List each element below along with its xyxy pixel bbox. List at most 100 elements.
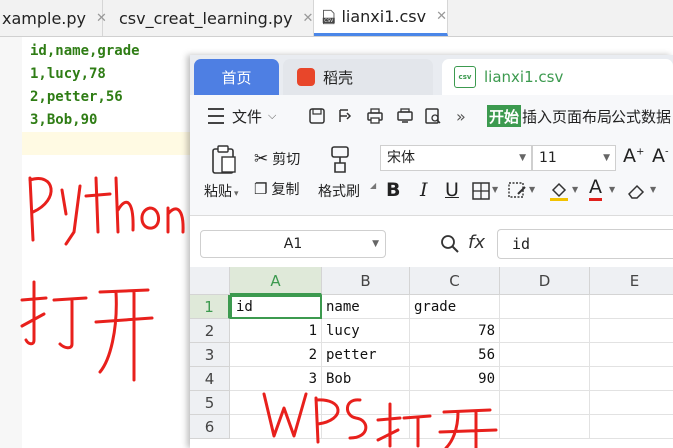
search-icon[interactable] [440,234,460,254]
row-header-1[interactable]: 1 [190,295,230,319]
clipboard-expand-icon[interactable]: ◢ [370,181,376,190]
ide-tab-label: xample.py [2,8,87,28]
cell-e2[interactable] [590,319,673,343]
cell-d1[interactable] [500,295,590,319]
code-line-1: id,name,grade [30,43,140,59]
cell-d6[interactable] [500,415,590,439]
cell-e4[interactable] [590,367,673,391]
font-color-button[interactable]: A [589,177,602,201]
ide-tab-lianxi1-csv[interactable]: CSV lianxi1.csv ✕ [314,0,448,36]
chevron-down-icon[interactable]: ▼ [650,185,656,194]
cell-d4[interactable] [500,367,590,391]
cell-a2[interactable]: 1 [230,319,322,343]
cell-name-box[interactable]: A1 ▼ [200,230,386,258]
chevron-down-icon[interactable]: ▼ [529,185,535,194]
chevron-down-icon: ▼ [519,153,526,163]
file-menu[interactable]: 文件 ⌵ [208,95,276,137]
cell-e5[interactable] [590,391,673,415]
cell-c2[interactable]: 78 [410,319,500,343]
fill-color-icon[interactable] [548,180,570,202]
cell-d3[interactable] [500,343,590,367]
cell-b3[interactable]: petter [322,343,410,367]
italic-button[interactable]: I [420,179,428,201]
ide-tab-example-py[interactable]: xample.py ✕ [0,0,107,36]
format-painter-button[interactable]: 格式刷 [318,181,360,201]
cell-a4[interactable]: 3 [230,367,322,391]
cell-a1[interactable]: id [230,295,322,319]
cell-b1[interactable]: name [322,295,410,319]
cell-b6[interactable] [322,415,410,439]
cell-e3[interactable] [590,343,673,367]
cell-a5[interactable] [230,391,322,415]
cell-b5[interactable] [322,391,410,415]
column-header-e[interactable]: E [590,267,673,295]
hamburger-icon [208,108,224,124]
column-header-a[interactable]: A [230,267,322,295]
underline-button[interactable]: U [445,179,459,201]
preview-search-icon[interactable] [424,107,442,125]
chevron-down-icon[interactable]: ▼ [609,185,615,194]
cell-c5[interactable] [410,391,500,415]
copy-icon: ❐ [254,180,268,198]
cut-button[interactable]: ✂ 剪切 [254,149,300,169]
menu-data[interactable]: 数据 [641,95,671,137]
cell-b4[interactable]: Bob [322,367,410,391]
column-header-d[interactable]: D [500,267,590,295]
cell-c3[interactable]: 56 [410,343,500,367]
cell-e6[interactable] [590,415,673,439]
save-icon[interactable] [308,107,326,125]
column-header-c[interactable]: C [410,267,500,295]
print-icon[interactable] [366,107,384,125]
format-painter-icon[interactable] [328,145,352,175]
paste-button[interactable]: 粘贴 ▾ [204,181,239,201]
cell-c1[interactable]: grade [410,295,500,319]
menu-start[interactable]: 开始 [487,105,522,127]
chevron-down-icon[interactable]: ▼ [572,185,578,194]
select-all-corner[interactable] [190,267,230,295]
cell-a6[interactable] [230,415,322,439]
font-name-select[interactable]: 宋体 ▼ [380,145,532,171]
row-header-3[interactable]: 3 [190,343,230,367]
ide-tab-label: lianxi1.csv [341,7,427,26]
fx-icon[interactable]: fx [468,232,485,253]
wps-tab-docer[interactable]: 稻壳 [283,59,433,95]
cell-c4[interactable]: 90 [410,367,500,391]
cell-d5[interactable] [500,391,590,415]
svg-text:CSV: CSV [324,18,334,24]
cell-ref-value: A1 [283,236,303,252]
more-chevron-icon[interactable]: » [456,95,466,137]
bold-button[interactable]: B [386,179,400,201]
cell-d2[interactable] [500,319,590,343]
decrease-font-size-button[interactable]: A- [652,145,669,167]
paste-icon[interactable] [210,145,238,175]
ide-tab-csv-creat-learning[interactable]: csv_creat_learning.py ✕ [103,0,314,36]
close-icon[interactable]: ✕ [436,9,447,24]
cell-a3[interactable]: 2 [230,343,322,367]
copy-button[interactable]: ❐ 复制 [254,179,299,199]
export-icon[interactable] [336,107,354,125]
cell-style-icon[interactable] [508,182,528,200]
menu-formula[interactable]: 公式 [611,95,641,137]
row-header-6[interactable]: 6 [190,415,230,439]
wps-tab-home[interactable]: 首页 [194,59,279,95]
row-header-5[interactable]: 5 [190,391,230,415]
menu-insert[interactable]: 插入 [522,95,552,137]
wps-menu-bar: 文件 ⌵ » 开始 插入 页面布局 公式 数据 [190,95,673,137]
chevron-down-icon[interactable]: ▼ [492,185,498,194]
wps-tab-bar: 首页 稻壳 csv lianxi1.csv [190,55,673,95]
row-header-4[interactable]: 4 [190,367,230,391]
clear-format-icon[interactable] [626,181,648,201]
close-icon[interactable]: ✕ [303,11,314,26]
row-header-2[interactable]: 2 [190,319,230,343]
border-icon[interactable] [472,182,490,200]
cell-e1[interactable] [590,295,673,319]
column-header-b[interactable]: B [322,267,410,295]
wps-tab-file[interactable]: csv lianxi1.csv [442,59,673,95]
menu-page-layout[interactable]: 页面布局 [552,95,612,137]
cell-c6[interactable] [410,415,500,439]
cell-b2[interactable]: lucy [322,319,410,343]
font-size-select[interactable]: 11 ▼ [532,145,616,171]
increase-font-size-button[interactable]: A+ [623,145,644,167]
print-preview-icon[interactable] [396,107,414,125]
formula-input[interactable]: id [497,229,673,259]
